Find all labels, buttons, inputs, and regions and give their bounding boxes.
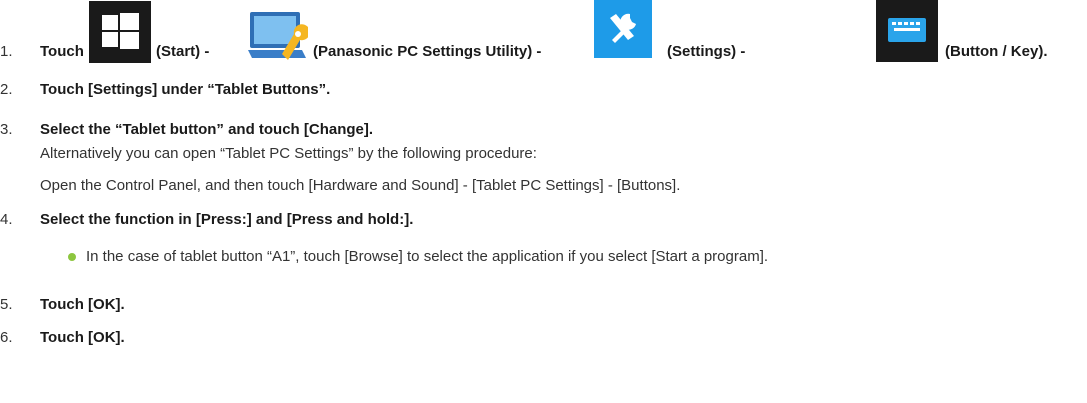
step-number: 1. <box>0 43 13 60</box>
step-1: 1. Touch (Start) - (Panasonic PC Setting… <box>0 0 1087 64</box>
bullet-dot <box>68 253 76 261</box>
step-text: (Panasonic PC Settings Utility) - <box>313 43 542 60</box>
step-number: 5. <box>0 296 13 313</box>
step-4: 4. Select the function in [Press:] and [… <box>0 210 1087 232</box>
step-text: (Settings) - <box>667 43 746 60</box>
step-text: Touch [OK]. <box>40 296 125 313</box>
step-number: 2. <box>0 81 13 98</box>
step-text: Select the “Tablet button” and touch [Ch… <box>40 121 374 138</box>
bullet-text: In the case of tablet button “A1”, touch… <box>86 248 769 265</box>
step-number: 4. <box>0 211 13 228</box>
step-2: 2. Touch [Settings] under “Tablet Button… <box>0 80 1087 102</box>
windows-start-icon <box>89 1 151 63</box>
step-text: (Start) - <box>156 43 210 60</box>
button-key-icon <box>876 0 938 62</box>
step-number: 3. <box>0 121 13 138</box>
step-6: 6. Touch [OK]. <box>0 328 1087 350</box>
step-text: Select the function in [Press:] and [Pre… <box>40 211 414 228</box>
step-note: Open the Control Panel, and then touch [… <box>40 177 681 194</box>
step-note: Alternatively you can open “Tablet PC Se… <box>40 145 537 162</box>
settings-tools-icon <box>594 0 652 58</box>
step-text: Touch <box>40 43 84 60</box>
step-text: Touch [OK]. <box>40 329 125 346</box>
panasonic-pc-settings-utility-icon <box>248 10 310 62</box>
step-text: Touch [Settings] under “Tablet Buttons”. <box>40 81 331 98</box>
step-5: 5. Touch [OK]. <box>0 295 1087 317</box>
step-number: 6. <box>0 329 13 346</box>
step-3: 3. Select the “Tablet button” and touch … <box>0 120 1087 142</box>
step-text: (Button / Key). <box>945 43 1048 60</box>
